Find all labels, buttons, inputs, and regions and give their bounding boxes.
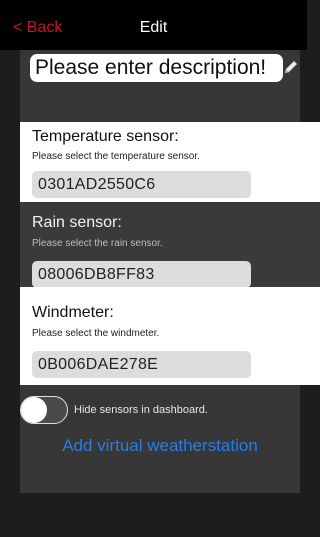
- windmeter-title: Windmeter:: [32, 304, 114, 321]
- description-input[interactable]: [30, 54, 283, 82]
- temperature-sensor-title: Temperature sensor:: [32, 128, 179, 145]
- temperature-sensor-section: Temperature sensor: Please select the te…: [20, 122, 320, 202]
- rain-sensor-section: Rain sensor: Please select the rain sens…: [20, 202, 320, 288]
- windmeter-hint: Please select the windmeter.: [32, 328, 160, 339]
- toggle-knob: [21, 397, 47, 423]
- navigation-bar: < Back Edit: [0, 0, 307, 50]
- windmeter-section: Windmeter: Please select the windmeter. …: [20, 287, 320, 385]
- rain-sensor-select[interactable]: 08006DB8FF83: [32, 261, 251, 288]
- edit-panel: Temperature sensor: Please select the te…: [20, 50, 320, 493]
- windmeter-select[interactable]: 0B006DAE278E: [32, 351, 251, 378]
- add-virtual-weatherstation-button[interactable]: Add virtual weatherstation: [20, 435, 300, 457]
- rain-sensor-hint: Please select the rain sensor.: [32, 238, 163, 249]
- page-title: Edit: [139, 19, 168, 36]
- pencil-icon[interactable]: [282, 58, 300, 76]
- hide-sensors-label: Hide sensors in dashboard.: [74, 404, 208, 416]
- temperature-sensor-hint: Please select the temperature sensor.: [32, 151, 200, 162]
- temperature-sensor-select[interactable]: 0301AD2550C6: [32, 171, 251, 198]
- rain-sensor-title: Rain sensor:: [32, 214, 122, 231]
- hide-sensors-toggle[interactable]: [20, 396, 68, 424]
